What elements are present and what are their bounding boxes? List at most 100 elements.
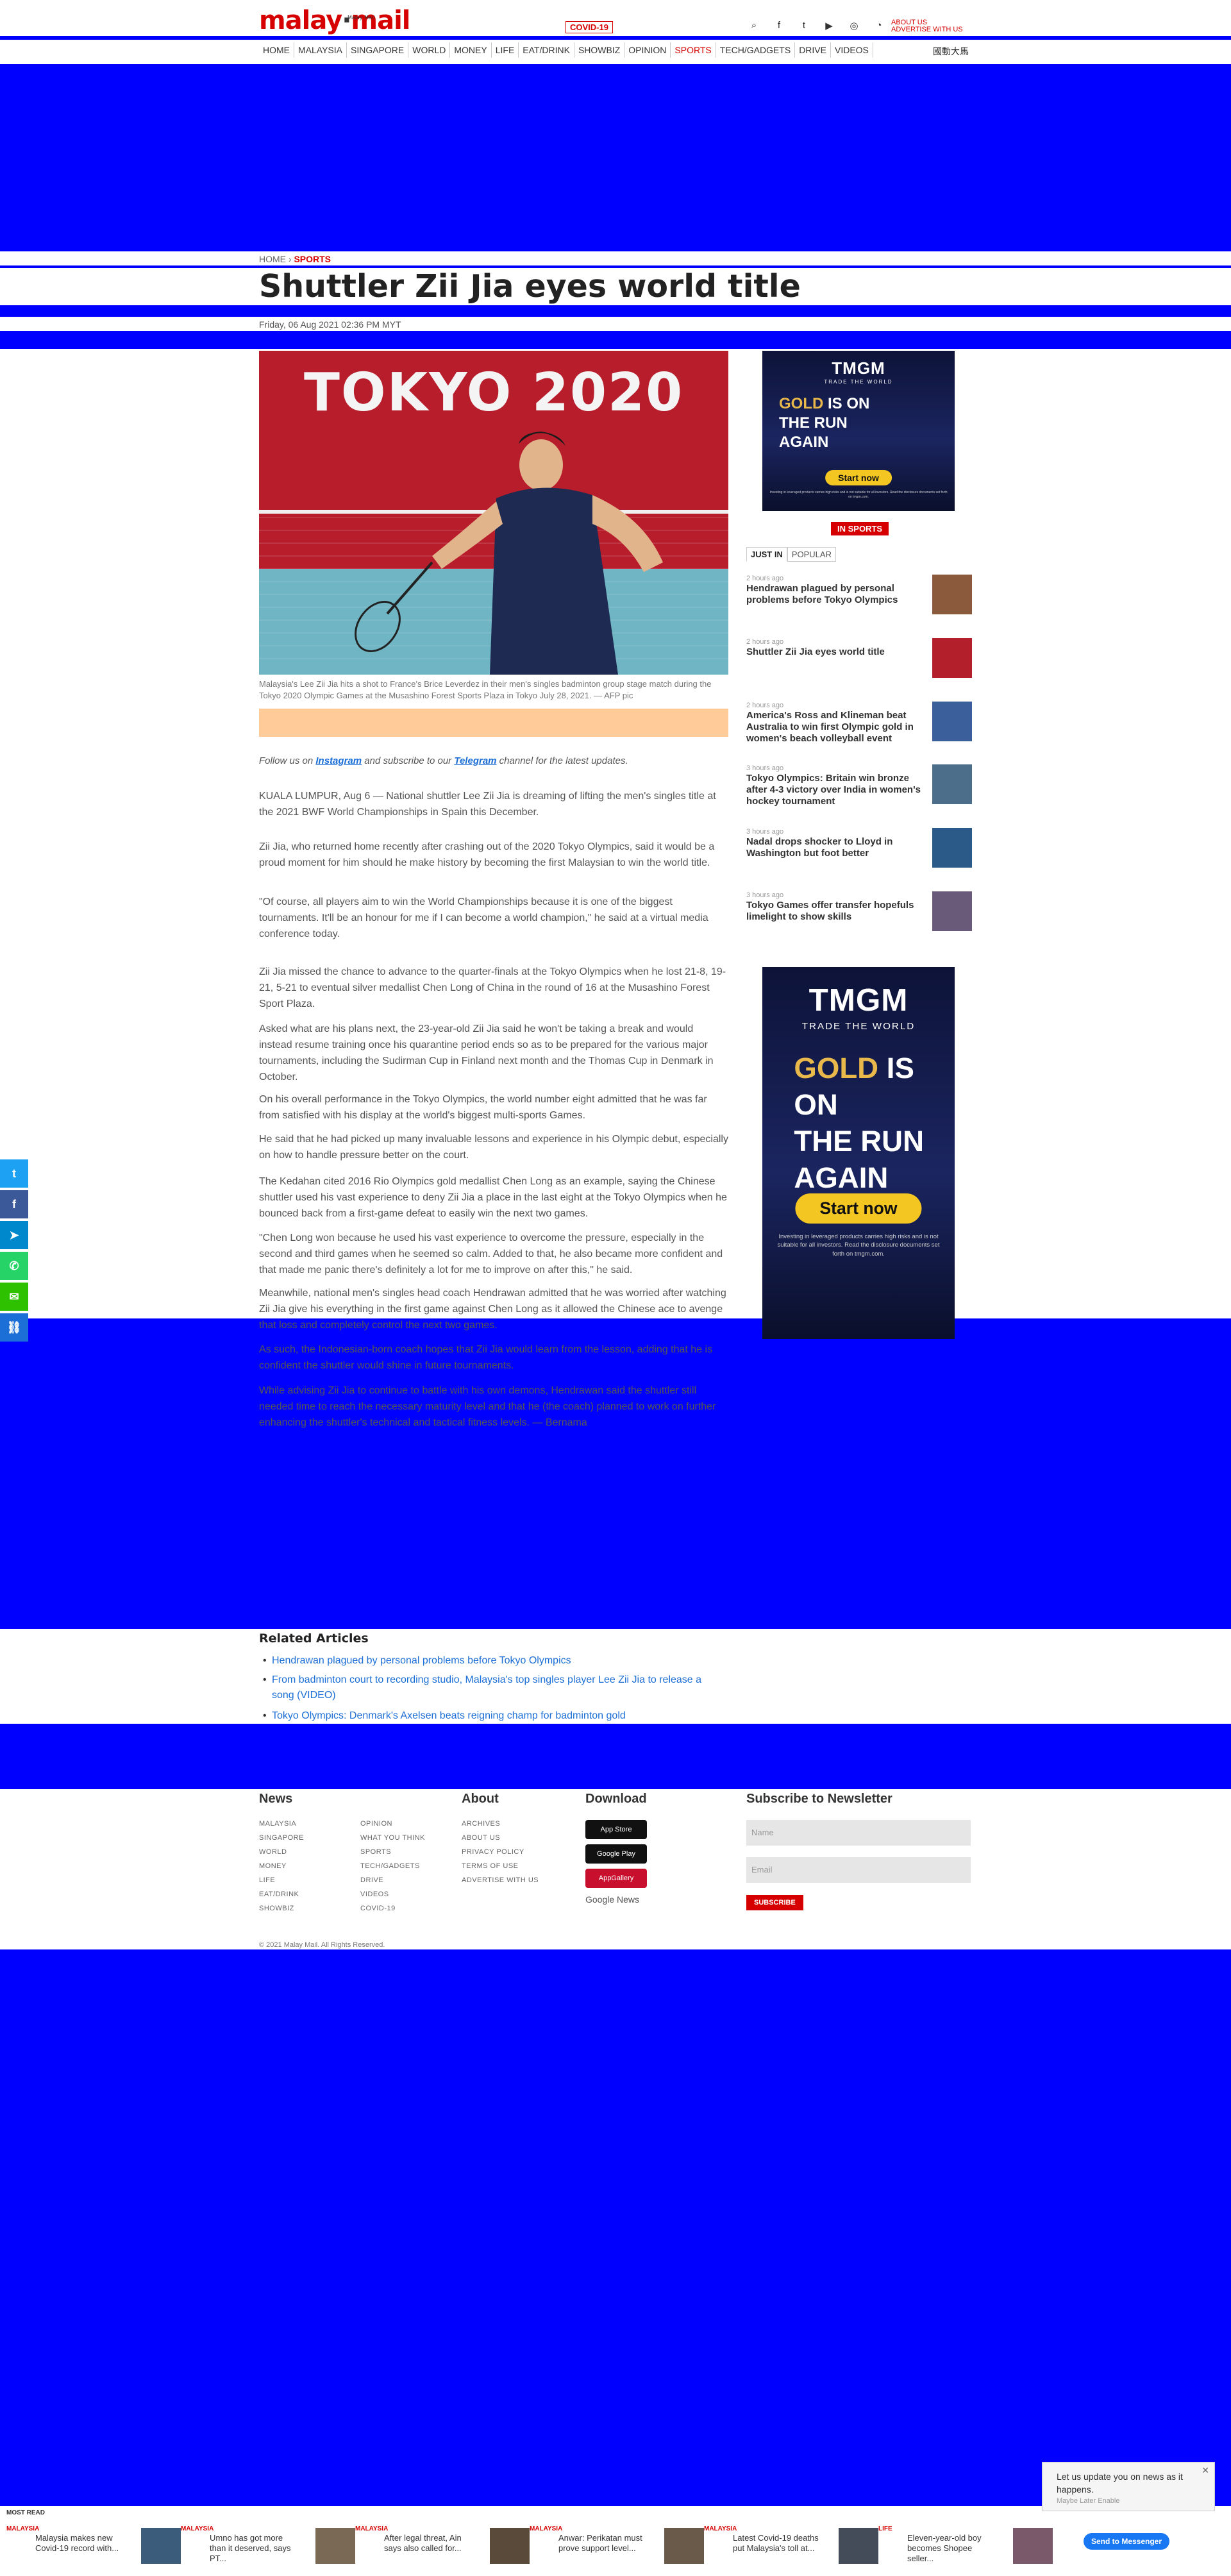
footer-link[interactable]: TECH/GADGETS: [360, 1862, 420, 1870]
app-store-badge[interactable]: App Store: [585, 1820, 647, 1839]
most-read-card[interactable]: MALAYSIA After legal threat, Ain says als…: [355, 2525, 530, 2565]
tab-just-in[interactable]: JUST IN: [746, 547, 787, 562]
sidebar-item-thumbnail[interactable]: [932, 638, 972, 678]
most-read-thumbnail[interactable]: [839, 2528, 878, 2564]
most-read-thumbnail[interactable]: [141, 2528, 181, 2564]
telegram-link[interactable]: Telegram: [454, 755, 496, 766]
nav-item-world[interactable]: WORLD: [408, 42, 451, 58]
most-read-thumbnail[interactable]: [1013, 2528, 1053, 2564]
covid-button[interactable]: COVID-19: [565, 21, 613, 33]
nav-item-drive[interactable]: DRIVE: [795, 42, 831, 58]
footer-link[interactable]: ABOUT US: [462, 1834, 500, 1842]
footer-link[interactable]: PRIVACY POLICY: [462, 1848, 524, 1856]
link-share-button[interactable]: ⛓: [0, 1313, 28, 1342]
sidebar-list-item[interactable]: 2 hours ago Shuttler Zii Jia eyes world t…: [746, 638, 972, 679]
most-read-title[interactable]: Malaysia makes new Covid-19 record with.…: [35, 2533, 122, 2554]
most-read-title[interactable]: Umno has got more than it deserved, says…: [210, 2533, 296, 2564]
facebook-share-button[interactable]: f: [0, 1190, 28, 1218]
youtube-icon[interactable]: ▶: [822, 20, 836, 31]
nav-item-singapore[interactable]: SINGAPORE: [347, 42, 409, 58]
breadcrumb-section[interactable]: SPORTS: [294, 254, 331, 264]
most-read-thumbnail[interactable]: [664, 2528, 704, 2564]
nav-item-videos[interactable]: VIDEOS: [831, 42, 873, 58]
footer-link[interactable]: DRIVE: [360, 1876, 383, 1884]
nav-item-opinion[interactable]: OPINION: [624, 42, 671, 58]
facebook-icon[interactable]: f: [772, 20, 786, 31]
footer-link[interactable]: WHAT YOU THINK: [360, 1834, 425, 1842]
footer-link[interactable]: MALAYSIA: [259, 1820, 296, 1828]
wechat-share-button[interactable]: ✉: [0, 1283, 28, 1311]
most-read-title[interactable]: After legal threat, Ain says also called…: [384, 2533, 471, 2554]
footer-link[interactable]: WORLD: [259, 1848, 287, 1856]
search-icon[interactable]: ⌕: [747, 20, 761, 31]
nav-item-sports[interactable]: SPORTS: [671, 42, 716, 58]
most-read-thumbnail[interactable]: [315, 2528, 355, 2564]
inline-ad[interactable]: [259, 709, 728, 737]
footer-link[interactable]: SHOWBIZ: [259, 1905, 294, 1912]
footer-link[interactable]: LIFE: [259, 1876, 275, 1884]
footer-link[interactable]: TERMS OF USE: [462, 1862, 519, 1870]
nav-item-money[interactable]: MONEY: [450, 42, 492, 58]
site-logo[interactable]: malay·mail Malay Mail: [259, 6, 411, 35]
most-read-card[interactable]: MALAYSIA Malaysia makes new Covid-19 reco…: [6, 2525, 181, 2565]
sidebar-item-thumbnail[interactable]: [932, 828, 972, 868]
most-read-card[interactable]: LIFE Eleven-year-old boy becomes Shopee s…: [878, 2525, 1053, 2565]
related-article-link[interactable]: Hendrawan plagued by personal problems b…: [263, 1653, 721, 1669]
sidebar-item-title[interactable]: Tokyo Games offer transfer hopefuls lime…: [746, 900, 930, 923]
sidebar-item-title[interactable]: Nadal drops shocker to Lloyd in Washingt…: [746, 836, 930, 859]
sidebar-item-thumbnail[interactable]: [932, 702, 972, 741]
newsletter-name-input[interactable]: Name: [746, 1820, 971, 1846]
footer-link[interactable]: SPORTS: [360, 1848, 391, 1856]
most-read-title[interactable]: Latest Covid-19 deaths put Malaysia's to…: [733, 2533, 819, 2554]
telegram-share-button[interactable]: ➤: [0, 1221, 28, 1249]
sidebar-list-item[interactable]: 2 hours ago Hendrawan plagued by personal…: [746, 575, 972, 616]
close-icon[interactable]: ✕: [1202, 2464, 1209, 2477]
sidebar-item-thumbnail[interactable]: [932, 891, 972, 931]
related-article-link[interactable]: From badminton court to recording studio…: [263, 1672, 721, 1703]
google-play-badge[interactable]: Google Play: [585, 1844, 647, 1864]
rss-icon[interactable]: ◔: [872, 20, 886, 31]
nav-item-life[interactable]: LIFE: [492, 42, 519, 58]
most-read-thumbnail[interactable]: [490, 2528, 530, 2564]
google-news-link[interactable]: Google News: [585, 1894, 639, 1905]
subscribe-button[interactable]: SUBSCRIBE: [746, 1895, 803, 1910]
sidebar-item-title[interactable]: America's Ross and Klineman beat Austral…: [746, 710, 930, 745]
tab-popular[interactable]: POPULAR: [787, 547, 836, 562]
newsletter-email-input[interactable]: Email: [746, 1857, 971, 1883]
footer-link[interactable]: MONEY: [259, 1862, 287, 1870]
most-read-title[interactable]: Anwar: Perikatan must prove support leve…: [558, 2533, 645, 2554]
nav-item-eat-drink[interactable]: EAT/DRINK: [519, 42, 574, 58]
most-read-title[interactable]: Eleven-year-old boy becomes Shopee selle…: [907, 2533, 994, 2564]
sidebar-item-title[interactable]: Shuttler Zii Jia eyes world title: [746, 646, 930, 658]
app-gallery-badge[interactable]: AppGallery: [585, 1869, 647, 1888]
whatsapp-share-button[interactable]: ✆: [0, 1252, 28, 1280]
chinese-edition-link[interactable]: 國動大馬: [933, 45, 969, 58]
footer-link[interactable]: ARCHIVES: [462, 1820, 500, 1828]
instagram-icon[interactable]: ◎: [847, 20, 861, 31]
sidebar-list-item[interactable]: 3 hours ago Tokyo Olympics: Britain win b…: [746, 764, 972, 807]
sidebar-list-item[interactable]: 2 hours ago America's Ross and Klineman b…: [746, 702, 972, 745]
twitter-share-button[interactable]: t: [0, 1159, 28, 1188]
sidebar-item-thumbnail[interactable]: [932, 575, 972, 614]
sidebar-item-title[interactable]: Hendrawan plagued by personal problems b…: [746, 583, 930, 606]
twitter-icon[interactable]: t: [797, 20, 811, 31]
footer-link[interactable]: OPINION: [360, 1820, 392, 1828]
most-read-card[interactable]: MALAYSIA Umno has got more than it deserv…: [181, 2525, 355, 2565]
footer-link[interactable]: COVID-19: [360, 1905, 396, 1912]
nav-item-tech-gadgets[interactable]: TECH/GADGETS: [716, 42, 796, 58]
footer-link[interactable]: VIDEOS: [360, 1890, 389, 1898]
most-read-card[interactable]: MALAYSIA Anwar: Perikatan must prove supp…: [530, 2525, 704, 2565]
advertise-link[interactable]: ADVERTISE WITH US: [891, 26, 963, 33]
most-read-card[interactable]: MALAYSIA Latest Covid-19 deaths put Malay…: [704, 2525, 878, 2565]
send-to-messenger-button[interactable]: Send to Messenger: [1084, 2533, 1170, 2550]
sidebar-item-title[interactable]: Tokyo Olympics: Britain win bronze after…: [746, 773, 930, 807]
notification-options[interactable]: Maybe Later Enable: [1057, 2495, 1119, 2507]
sidebar-ad-bottom[interactable]: TMGM TRADE THE WORLD GOLD IS ON THE RUN AGAI…: [762, 967, 955, 1339]
nav-item-malaysia[interactable]: MALAYSIA: [294, 42, 347, 58]
ad-cta-button[interactable]: Start now: [825, 470, 892, 485]
related-article-link[interactable]: Tokyo Olympics: Denmark's Axelsen beats …: [263, 1708, 721, 1724]
footer-link[interactable]: SINGAPORE: [259, 1834, 304, 1842]
sidebar-ad-top[interactable]: TMGM TRADE THE WORLD GOLD IS ON THE RUN AGAI…: [762, 351, 955, 511]
breadcrumb-home[interactable]: HOME: [259, 254, 286, 264]
nav-item-showbiz[interactable]: SHOWBIZ: [574, 42, 625, 58]
